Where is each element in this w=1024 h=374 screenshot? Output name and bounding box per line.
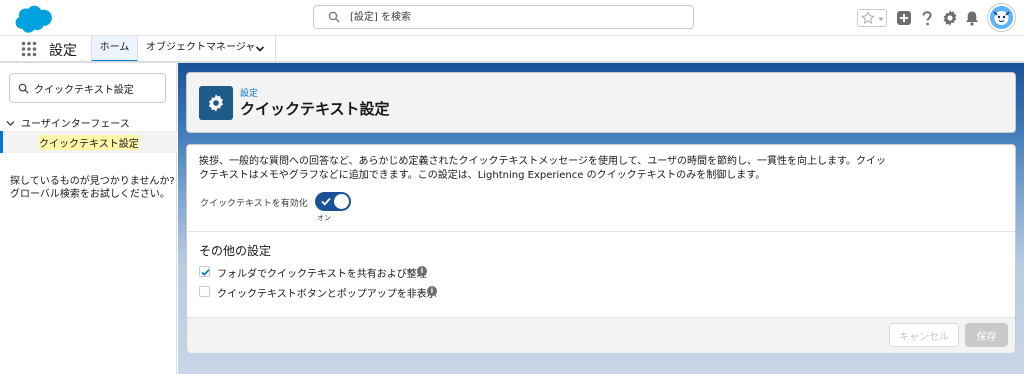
page-header-icon xyxy=(199,86,233,120)
quick-find-input[interactable] xyxy=(34,81,159,95)
checkbox-hide-popup[interactable] xyxy=(199,286,210,297)
astro-avatar-icon xyxy=(990,6,1013,29)
checkbox-label: クイックテキストボタンとポップアップを非表示 xyxy=(217,289,437,300)
settings-description: 挨拶、一般的な質問への回答など、あらかじめ定義されたクイックテキストメッセージを… xyxy=(199,156,886,181)
chevron-down-icon[interactable] xyxy=(6,119,15,128)
global-actions-plus-icon[interactable] xyxy=(895,9,913,27)
chevron-down-icon xyxy=(878,17,884,21)
tab-object-manager[interactable]: オブジェクトマネージャ xyxy=(138,36,276,63)
page-title: クイックテキスト設定 xyxy=(240,100,390,118)
search-icon xyxy=(328,11,340,23)
tree-item-quick-text-settings[interactable]: クイックテキスト設定 xyxy=(0,131,177,153)
enable-quick-text-toggle[interactable] xyxy=(315,192,351,211)
check-icon xyxy=(321,197,331,206)
divider xyxy=(187,231,1015,232)
help-icon[interactable] xyxy=(918,9,936,27)
notifications-bell-icon[interactable] xyxy=(963,9,981,27)
global-search-input[interactable] xyxy=(350,9,680,25)
salesforce-logo-icon[interactable] xyxy=(11,5,53,33)
card-footer: キャンセル 保存 xyxy=(187,317,1015,353)
settings-card: 挨拶、一般的な質問への回答など、あらかじめ定義されたクイックテキストメッセージを… xyxy=(186,144,1016,353)
setup-gear-icon[interactable] xyxy=(941,9,959,27)
favorites-button[interactable] xyxy=(857,9,887,27)
setup-sidebar: ユーザインターフェース クイックテキスト設定 探しているものが見つかりませんか?… xyxy=(0,63,177,374)
section-title: その他の設定 xyxy=(199,244,272,258)
cancel-button[interactable]: キャンセル xyxy=(889,323,959,347)
toggle-label: クイックテキストを有効化 xyxy=(200,199,308,209)
toggle-state-text: オン xyxy=(317,214,331,222)
global-header xyxy=(0,0,1024,36)
tab-object-manager-label: オブジェクトマネージャ xyxy=(146,42,256,53)
quick-find-box[interactable] xyxy=(9,73,166,103)
tree-item-label: クイックテキスト設定 xyxy=(39,135,139,150)
global-search[interactable] xyxy=(313,5,694,29)
checkbox-share-organize[interactable] xyxy=(199,266,210,277)
star-icon xyxy=(861,11,875,24)
info-icon[interactable]: i xyxy=(417,266,427,276)
save-button[interactable]: 保存 xyxy=(965,323,1008,347)
app-name: 設定 xyxy=(49,43,77,59)
check-icon xyxy=(201,269,210,276)
chevron-down-icon[interactable] xyxy=(255,44,265,54)
app-launcher-waffle-icon[interactable] xyxy=(21,41,37,57)
tab-home[interactable]: ホーム xyxy=(91,36,138,63)
tree-item-user-interface[interactable]: ユーザインターフェース xyxy=(6,115,130,130)
sidebar-help-text: 探しているものが見つかりませんか? グローバル検索をお試しください。 xyxy=(10,176,175,200)
toggle-knob xyxy=(334,194,349,209)
page-header: 設定 クイックテキスト設定 xyxy=(186,72,1016,133)
context-bar: 設定 ホーム オブジェクトマネージャ xyxy=(0,36,1024,63)
tree-item-label: ユーザインターフェース xyxy=(21,119,130,130)
info-icon[interactable]: i xyxy=(427,286,437,296)
user-avatar[interactable] xyxy=(988,4,1015,31)
search-icon xyxy=(18,83,29,94)
main-content: 設定 クイックテキスト設定 挨拶、一般的な質問への回答など、あらかじめ定義された… xyxy=(178,63,1024,374)
gear-icon xyxy=(208,94,224,112)
checkbox-label: フォルダでクイックテキストを共有および整理 xyxy=(217,269,427,280)
